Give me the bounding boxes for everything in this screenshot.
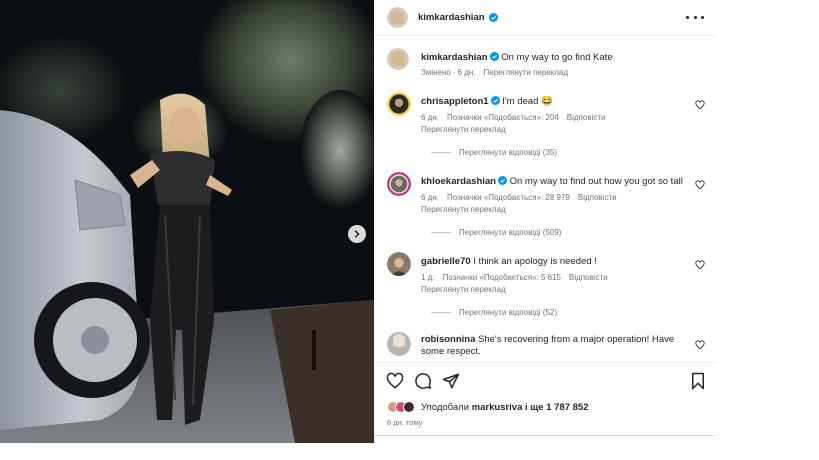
heart-icon[interactable] — [386, 372, 404, 390]
heart-icon[interactable] — [695, 340, 705, 350]
liked-by-row: Уподобали markusriva і ще 1 787 852 — [387, 401, 588, 413]
comment-meta: 6 дн. Позначки «Подобається»: 28 979 Відпо… — [421, 193, 625, 202]
replies-divider — [431, 232, 451, 233]
heart-icon[interactable] — [695, 260, 705, 270]
comment-text: gabrielle70 I think an apology is needed… — [421, 256, 689, 268]
verified-badge-icon — [497, 176, 507, 185]
divider — [374, 435, 715, 436]
view-replies-button[interactable]: Переглянути відповіді (52) — [431, 308, 557, 317]
comment-item: robisonnina She's recovering from a majo… — [385, 332, 715, 360]
comment-item: khloekardashian On my way to find out ho… — [385, 172, 715, 242]
heart-icon[interactable] — [695, 100, 705, 110]
author-avatar[interactable] — [387, 7, 408, 28]
comment-body: On my way to find out how you got so tal… — [509, 176, 683, 187]
liked-by-count[interactable]: і ще 1 787 852 — [525, 402, 588, 413]
caption-text: kimkardashian On my way to go find Kate — [421, 52, 689, 64]
comment-translate-link[interactable]: Переглянути переклад — [421, 125, 506, 134]
comment-body: I'm dead — [502, 96, 539, 107]
comment-text: robisonnina She's recovering from a majo… — [421, 334, 689, 358]
share-icon[interactable] — [442, 372, 460, 390]
caption-username[interactable]: kimkardashian — [421, 52, 488, 63]
more-options-icon[interactable] — [686, 10, 704, 24]
replies-divider — [431, 312, 451, 313]
chevron-right-icon — [354, 230, 360, 238]
comment-username[interactable]: gabrielle70 — [421, 256, 471, 267]
verified-badge-icon — [489, 52, 499, 61]
post-photo — [0, 0, 374, 443]
comment-time[interactable]: 6 дн. — [421, 113, 439, 122]
comment-body: I think an apology is needed ! — [473, 256, 597, 267]
caption-body: On my way to go find Kate — [501, 52, 613, 63]
bookmark-icon[interactable] — [689, 372, 707, 390]
dot: · — [452, 68, 456, 77]
reply-button[interactable]: Відповісти — [567, 113, 606, 122]
view-replies-button[interactable]: Переглянути відповіді (509) — [431, 228, 561, 237]
avatar — [403, 401, 415, 413]
heart-icon[interactable] — [695, 180, 705, 190]
comment-username[interactable]: robisonnina — [421, 334, 475, 345]
post-image — [0, 0, 374, 443]
edited-label: Змінено — [421, 68, 451, 77]
verified-badge-icon — [489, 13, 498, 22]
view-replies-label: Переглянути відповіді (52) — [459, 308, 558, 317]
comment-translate-link[interactable]: Переглянути переклад — [421, 205, 506, 214]
next-image-button[interactable] — [348, 225, 366, 243]
reply-button[interactable]: Відповісти — [578, 193, 617, 202]
post-actions: Уподобали markusriva і ще 1 787 852 6 дн… — [375, 362, 716, 443]
comment-translate-link[interactable]: Переглянути переклад — [421, 285, 506, 294]
post-panel: kimkardashian kimkardashian On my way to… — [374, 0, 716, 443]
comment-username[interactable]: chrisappleton1 — [421, 96, 489, 107]
comment-username[interactable]: khloekardashian — [421, 176, 496, 187]
comment-meta: 6 дн. Позначки «Подобається»: 204 Відповіс… — [421, 113, 613, 122]
caption-meta: Змінено · 6 дн. Переглянути переклад — [421, 68, 576, 77]
comment-likes[interactable]: Позначки «Подобається»: 204 — [447, 113, 559, 122]
liked-by-avatars[interactable] — [387, 401, 415, 413]
comment-avatar[interactable] — [387, 252, 411, 276]
caption-avatar[interactable] — [387, 48, 409, 70]
caption-time[interactable]: 6 дн. — [458, 68, 476, 77]
comment-item: gabrielle70 I think an apology is needed… — [385, 252, 715, 322]
post-time[interactable]: 6 дн. тому — [387, 418, 422, 427]
comment-icon[interactable] — [414, 372, 432, 390]
reply-button[interactable]: Відповісти — [569, 273, 608, 282]
author-username[interactable]: kimkardashian — [418, 12, 485, 23]
comment-text: khloekardashian On my way to find out ho… — [421, 176, 689, 188]
comment-avatar[interactable] — [387, 172, 411, 196]
replies-divider — [431, 152, 451, 153]
view-replies-label: Переглянути відповіді (509) — [459, 228, 562, 237]
comment-likes[interactable]: Позначки «Подобається»: 28 979 — [447, 193, 570, 202]
liked-by-prefix: Уподобали — [421, 401, 470, 413]
post-caption: kimkardashian On my way to go find Kate … — [385, 48, 715, 82]
comment-avatar[interactable] — [387, 332, 411, 356]
comment-item: chrisappleton1 I'm dead 😂 6 дн. Позначки … — [385, 92, 715, 162]
comment-text: chrisappleton1 I'm dead 😂 — [421, 96, 689, 108]
comment-avatar[interactable] — [387, 92, 411, 116]
verified-badge-icon — [490, 96, 500, 105]
post-header: kimkardashian — [375, 0, 716, 36]
view-replies-label: Переглянути відповіді (35) — [459, 148, 558, 157]
comment-time[interactable]: 6 дн. — [421, 193, 439, 202]
liked-by-user[interactable]: markusriva — [472, 402, 523, 413]
comment-time[interactable]: 1 д. — [421, 273, 435, 282]
comment-meta: 1 д. Позначки «Подобається»: 5 615 Відпові… — [421, 273, 616, 282]
laughing-emoji-icon: 😂 — [541, 96, 553, 107]
view-replies-button[interactable]: Переглянути відповіді (35) — [431, 148, 557, 157]
caption-translate-link[interactable]: Переглянути переклад — [484, 68, 569, 77]
comment-likes[interactable]: Позначки «Подобається»: 5 615 — [443, 273, 561, 282]
